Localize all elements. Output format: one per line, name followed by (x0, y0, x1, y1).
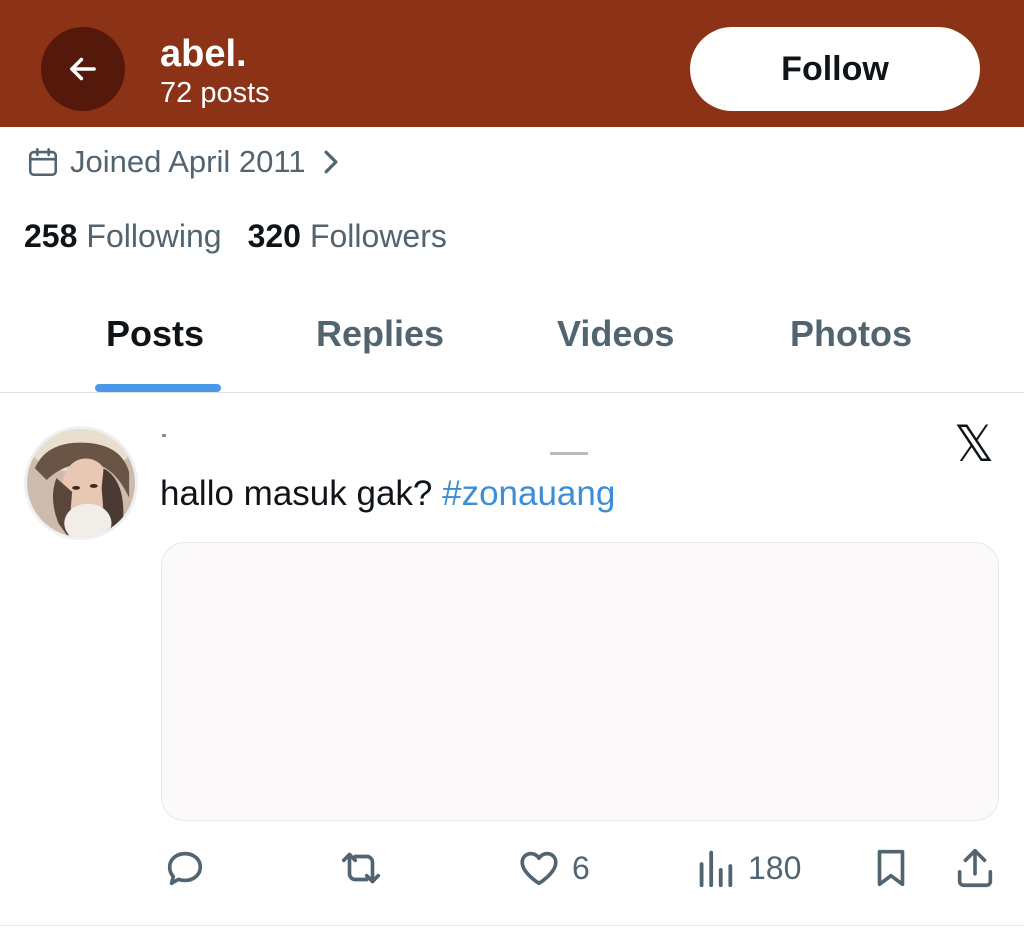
posts-count: 72 posts (160, 77, 270, 109)
followers-link[interactable]: 320 Followers (248, 218, 447, 255)
avatar[interactable] (24, 426, 138, 540)
reply-icon (167, 851, 203, 886)
heart-icon (520, 851, 558, 886)
profile-name: abel. (160, 33, 247, 75)
x-logo-icon: 𝕏 (953, 415, 995, 473)
tab-replies[interactable]: Replies (316, 312, 444, 356)
tab-photos[interactable]: Photos (790, 312, 912, 356)
post-text: hallo masuk gak? #zonauang (160, 472, 615, 516)
bookmark-icon (877, 849, 905, 887)
follow-stats: 258 Following 320 Followers (24, 214, 447, 258)
tab-posts[interactable]: Posts (106, 312, 204, 356)
back-button[interactable] (41, 27, 125, 111)
views-chart-icon (699, 850, 733, 888)
views-count: 180 (748, 849, 802, 886)
follow-button[interactable]: Follow (690, 27, 980, 111)
like-button[interactable]: 6 (516, 844, 590, 892)
author-handle-redacted (550, 452, 588, 455)
share-icon (957, 848, 993, 888)
followers-count: 320 (247, 217, 301, 254)
arrow-left-icon (70, 57, 96, 81)
avatar-photo (27, 429, 135, 537)
tab-videos[interactable]: Videos (557, 312, 674, 356)
post-body: hallo masuk gak? (160, 474, 443, 513)
like-count: 6 (572, 849, 590, 886)
active-tab-indicator (95, 384, 221, 392)
reply-button[interactable] (162, 844, 208, 892)
followers-label: Followers (309, 217, 447, 254)
post-divider (0, 925, 1024, 926)
post-media[interactable] (161, 542, 999, 821)
following-count: 258 (24, 217, 78, 254)
calendar-icon (28, 147, 58, 177)
author-name-redacted (162, 434, 166, 437)
bookmark-button[interactable] (868, 844, 914, 892)
hashtag-link[interactable]: #zonauang (442, 474, 615, 513)
repost-icon (341, 852, 381, 884)
joined-date-row[interactable]: Joined April 2011 (26, 140, 342, 184)
views-button[interactable]: 180 (692, 844, 801, 892)
share-button[interactable] (952, 844, 998, 892)
following-link[interactable]: 258 Following (24, 218, 222, 255)
chevron-right-icon (324, 150, 338, 174)
following-label: Following (86, 217, 222, 254)
joined-date: Joined April 2011 (70, 144, 306, 179)
profile-tabs: Posts Replies Videos Photos (0, 290, 1024, 393)
repost-button[interactable] (338, 844, 384, 892)
profile-header: abel. 72 posts Follow (0, 0, 1024, 127)
